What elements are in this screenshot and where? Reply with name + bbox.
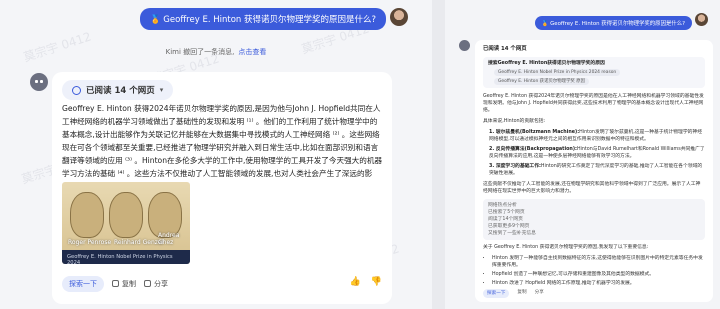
answer-text: Geoffrey E. Hinton 获得2024年诺贝尔物理学奖的原因,是因为… <box>62 104 383 191</box>
recall-notice: Kimi 撤回了一条消息, 点击查看 <box>0 47 432 57</box>
list-item: 3. 深度学习的基础工作:Hinton的研究工作奠定了现代深度学习的基础,推动了… <box>489 164 703 176</box>
list-item: 1. 玻尔兹曼机(Boltzmann Machine):Hinton发明了玻尔兹… <box>489 130 703 142</box>
list-item: Hopfield 创造了一种联想记忆,可以存储和重建图像及其他类型的数据模式。 <box>492 271 705 278</box>
share-button[interactable]: 分享 <box>535 289 544 298</box>
portrait-1 <box>70 192 104 238</box>
share-icon <box>144 280 151 287</box>
chevron-down-icon: ▾ <box>159 86 164 94</box>
copy-icon <box>112 280 119 287</box>
copy-button[interactable]: 复制 <box>517 289 526 298</box>
recall-text: Kimi 撤回了一条消息, <box>165 48 235 56</box>
summary-bullets: Hinton 发明了一种能够自主找到数据特征的方法,这使得他能够在识别图片中的特… <box>483 255 705 287</box>
answer-card: 已阅读 14 个网页 ▾ Geoffrey E. Hinton 获得2024年诺… <box>52 72 392 304</box>
thumbs-up-icon[interactable]: 👍 <box>350 277 361 287</box>
left-chat-panel: 莫宗宇 0412 莫宗宇 0412 莫宗宇 0412 莫宗宇 0412 莫宗宇 … <box>0 0 432 309</box>
read-pages-title[interactable]: 已阅读 14 个网页 <box>483 46 705 53</box>
user-message: 🏅 Geoffrey E. Hinton 获得诺贝尔物理学奖的原因是什么? <box>140 8 386 30</box>
search-block: 搜索Geoffrey E. Hinton获得诺贝尔物理学奖的原因 Geoffre… <box>483 57 705 88</box>
view-recalled-link[interactable]: 点击查看 <box>238 48 266 56</box>
list-item: Hinton 改进了 Hopfield 网络的工作原理,推动了机器学习的发展。 <box>492 280 705 287</box>
search-tag[interactable]: Geoffrey E. Hinton 获诺贝尔物理学奖 原因 <box>494 78 589 85</box>
contributions-list: 1. 玻尔兹曼机(Boltzmann Machine):Hinton发明了玻尔兹… <box>489 129 705 177</box>
answer-actions: 探索一下 复制 分享 <box>62 276 168 292</box>
copy-button[interactable]: 复制 <box>112 279 136 289</box>
kimi-bot-icon <box>30 73 48 91</box>
list-item: 2. 反向传播算法(Backpropagation):Hinton与David … <box>489 147 705 159</box>
globe-icon <box>72 85 81 95</box>
summary-title: 关于 Geoffrey E. Hinton 获得诺贝尔物理学奖的原因,我发现了以… <box>483 245 649 250</box>
answer-actions: 探索一下 复制 分享 <box>483 289 544 298</box>
photo-name: Reinhard Genzel <box>114 239 164 246</box>
feedback: 👍 👎 <box>350 277 382 287</box>
answer-card: 已阅读 14 个网页 搜索Geoffrey E. Hinton获得诺贝尔物理学奖… <box>475 40 713 302</box>
search-tag[interactable]: Geoffrey E. Hinton Nobel Prize in Physic… <box>494 69 621 76</box>
photo-name: Andrea Ghez <box>158 232 180 246</box>
reading-status-box: 网络热点分析 已搜索了5个网页 阅读了14个网页 已获取更多9个网页 又搜到了一… <box>483 199 705 240</box>
photo-caption: Geoffrey E. Hinton Nobel Prize in Physic… <box>62 250 190 264</box>
thumbs-down-icon[interactable]: 👎 <box>371 277 382 287</box>
intro-paragraph: Geoffrey E. Hinton 获得2024年诺贝尔物理学奖的原因是他在人… <box>483 94 704 113</box>
user-avatar[interactable] <box>695 13 708 26</box>
kimi-bot-icon <box>459 40 470 51</box>
right-chat-panel: 莫宗宇 0412 莫宗宇 0412 莫宗宇 0412 🏅 Geoffrey E.… <box>445 0 720 309</box>
contributions-title: 具体来说,Hinton的贡献包括: <box>483 119 546 124</box>
photo-name: Roger Penrose <box>68 239 112 246</box>
share-button[interactable]: 分享 <box>144 279 168 289</box>
portrait-2 <box>109 192 143 238</box>
read-pages-label: 已阅读 14 个网页 <box>86 86 155 96</box>
user-avatar[interactable] <box>390 8 408 26</box>
impact-paragraph: 这些贡献不仅推动了人工智能的发展,还在物理学研究和其他科学领域中得到了广泛应用。… <box>483 182 701 194</box>
list-item: Hinton 发明了一种能够自主找到数据特征的方法,这使得他能够在识别图片中的特… <box>492 255 705 269</box>
explore-button[interactable]: 探索一下 <box>62 276 104 292</box>
explore-button[interactable]: 探索一下 <box>483 289 510 298</box>
nobel-photo[interactable]: Roger Penrose Reinhard Genzel Andrea Ghe… <box>62 182 190 264</box>
user-message: 🏅 Geoffrey E. Hinton 获得诺贝尔物理学奖的原因是什么? <box>534 16 692 30</box>
read-pages-chip[interactable]: 已阅读 14 个网页 ▾ <box>62 80 174 100</box>
search-query: 搜索Geoffrey E. Hinton获得诺贝尔物理学奖的原因 <box>488 61 605 66</box>
